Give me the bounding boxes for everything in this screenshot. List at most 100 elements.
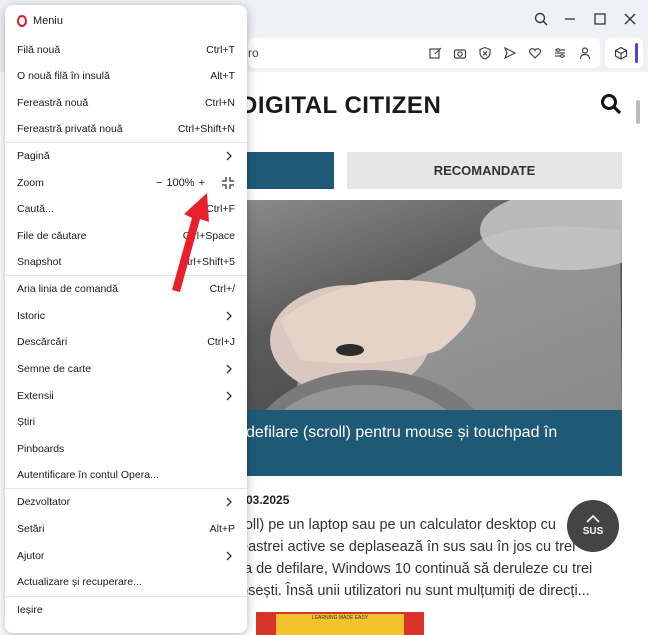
- maximize-button[interactable]: [586, 8, 614, 30]
- scroll-to-top-button[interactable]: SUS: [567, 500, 619, 552]
- chevron-right-icon: [225, 149, 233, 164]
- zoom-in-button[interactable]: +: [199, 177, 205, 189]
- close-button[interactable]: [616, 8, 644, 30]
- search-icon: [534, 12, 548, 26]
- chevron-right-icon: [225, 549, 233, 564]
- easy-setup-icon[interactable]: [551, 44, 569, 62]
- menu-item-label: Fereastră nouă: [17, 97, 89, 109]
- menu-item-update-recovery[interactable]: Actualizare și recuperare...: [5, 569, 247, 595]
- menu-item-label: Autentificare în contul Opera...: [17, 469, 159, 481]
- menu-item-new-tab[interactable]: Filă nouă Ctrl+T: [5, 37, 247, 63]
- fullscreen-icon[interactable]: [221, 176, 235, 190]
- excerpt-line: eastrei active se deplasează în sus sau …: [240, 539, 576, 555]
- menu-title: Meniu: [33, 15, 63, 27]
- menu-item-shortcut: Ctrl+T: [206, 44, 235, 56]
- menu-item-extensions[interactable]: Extensii: [5, 383, 247, 409]
- menu-item-label: Extensii: [17, 390, 54, 402]
- scrollbar[interactable]: [636, 100, 640, 124]
- menu-item-label: Aria linia de comandă: [17, 283, 118, 295]
- menu-item-exit[interactable]: Ieșire: [5, 597, 247, 623]
- menu-item-label: Ieșire: [17, 604, 43, 616]
- scroll-to-top-label: SUS: [582, 526, 604, 537]
- menu-item-shortcut: Alt+T: [210, 70, 235, 82]
- article-date: 03.2025: [246, 493, 290, 507]
- menu-item-label: Istoric: [17, 310, 46, 322]
- shield-icon[interactable]: [476, 44, 494, 62]
- chevron-right-icon: [225, 309, 233, 324]
- address-text: ro: [248, 46, 259, 60]
- excerpt-line: roll) pe un laptop sau pe un calculator …: [240, 517, 556, 533]
- menu-item-shortcut: Alt+P: [209, 523, 235, 535]
- menu-item-shortcut: Ctrl+Shift+N: [177, 123, 235, 135]
- book-banner-text: LEARNING MADE EASY: [276, 614, 404, 635]
- menu-item-label: Setări: [17, 523, 45, 535]
- article-excerpt: roll) pe un laptop sau pe un calculator …: [240, 514, 620, 602]
- menu-item-label: Semne de carte: [17, 363, 92, 375]
- opera-main-menu: Meniu Filă nouă Ctrl+T O nouă filă în insu…: [5, 5, 247, 633]
- menu-item-label: Snapshot: [17, 256, 62, 268]
- menu-item-label: Filă nouă: [17, 44, 61, 56]
- menu-item-bookmarks[interactable]: Semne de carte: [5, 356, 247, 382]
- edit-icon[interactable]: [426, 44, 444, 62]
- menu-header: Meniu: [17, 15, 63, 27]
- excerpt-line: osești. Însă unii utilizatori nu sunt mu…: [240, 583, 590, 599]
- cube-icon: [614, 46, 628, 60]
- minimize-button[interactable]: [556, 8, 584, 30]
- menu-item-label: Actualizare și recuperare...: [17, 576, 142, 588]
- minimize-icon: [565, 18, 575, 20]
- address-bar[interactable]: ro: [248, 38, 600, 68]
- extensions-area[interactable]: [605, 38, 643, 68]
- menu-item-snapshot[interactable]: Snapshot Ctrl+Shift+5: [5, 249, 247, 275]
- menu-item-command-line[interactable]: Aria linia de comandă Ctrl+/: [5, 276, 247, 302]
- menu-item-shortcut: Ctrl+/: [209, 283, 235, 295]
- menu-item-downloads[interactable]: Descărcări Ctrl+J: [5, 329, 247, 355]
- menu-item-label: Zoom: [17, 177, 44, 189]
- menu-item-label: Caută...: [17, 203, 54, 215]
- tab-recomandate[interactable]: RECOMANDATE: [347, 152, 622, 189]
- chevron-right-icon: [225, 362, 233, 377]
- menu-item-find[interactable]: Caută... Ctrl+F: [5, 196, 247, 222]
- menu-item-help[interactable]: Ajutor: [5, 543, 247, 569]
- opera-logo-icon: [17, 15, 27, 27]
- zoom-out-button[interactable]: −: [156, 177, 162, 189]
- account-icon[interactable]: [576, 44, 594, 62]
- site-search-icon[interactable]: [600, 93, 622, 115]
- heart-icon[interactable]: [526, 44, 544, 62]
- menu-item-new-window[interactable]: Fereastră nouă Ctrl+N: [5, 90, 247, 116]
- menu-item-shortcut: Ctrl+Shift+5: [179, 256, 235, 268]
- menu-item-news[interactable]: Știri: [5, 409, 247, 435]
- zoom-level: 100%: [166, 177, 195, 189]
- maximize-icon: [594, 13, 606, 25]
- menu-item-new-island-tab[interactable]: O nouă filă în insulă Alt+T: [5, 63, 247, 89]
- close-icon: [624, 13, 636, 25]
- menu-item-settings[interactable]: Setări Alt+P: [5, 516, 247, 542]
- menu-item-shortcut: Ctrl+F: [206, 203, 235, 215]
- search-tabs-button[interactable]: [527, 8, 555, 30]
- camera-icon[interactable]: [451, 44, 469, 62]
- site-logo[interactable]: DIGITAL CITIZEN: [240, 92, 441, 120]
- menu-item-history[interactable]: Istoric: [5, 303, 247, 329]
- excerpt-line: ța de defilare, Windows 10 continuă să d…: [240, 561, 593, 577]
- menu-item-new-private-window[interactable]: Fereastră privată nouă Ctrl+Shift+N: [5, 116, 247, 142]
- book-banner[interactable]: LEARNING MADE EASY: [256, 612, 424, 635]
- menu-item-developer[interactable]: Dezvoltator: [5, 489, 247, 515]
- zoom-controls: −100% +: [156, 176, 235, 190]
- tab-latest[interactable]: [240, 152, 334, 189]
- menu-item-label: Descărcări: [17, 336, 68, 348]
- menu-item-shortcut: Ctrl+Space: [182, 230, 235, 242]
- menu-item-label: O nouă filă în insulă: [17, 70, 110, 82]
- send-icon[interactable]: [501, 44, 519, 62]
- menu-item-pinboards[interactable]: Pinboards: [5, 436, 247, 462]
- menu-item-search-tabs[interactable]: File de căutare Ctrl+Space: [5, 223, 247, 249]
- menu-item-zoom[interactable]: Zoom −100% +: [5, 170, 247, 196]
- menu-item-label: Știri: [17, 416, 36, 428]
- menu-item-label: Ajutor: [17, 550, 45, 562]
- article-title[interactable]: defilare (scroll) pentru mouse și touchp…: [240, 410, 622, 476]
- chevron-up-icon: [586, 515, 600, 523]
- article-photo[interactable]: [240, 200, 622, 410]
- mouse-photo-illustration: [266, 200, 622, 410]
- menu-item-label: Pinboards: [17, 443, 65, 455]
- menu-item-page[interactable]: Pagină: [5, 143, 247, 169]
- menu-item-sign-in[interactable]: Autentificare în contul Opera...: [5, 462, 247, 488]
- menu-item-shortcut: Ctrl+J: [207, 336, 235, 348]
